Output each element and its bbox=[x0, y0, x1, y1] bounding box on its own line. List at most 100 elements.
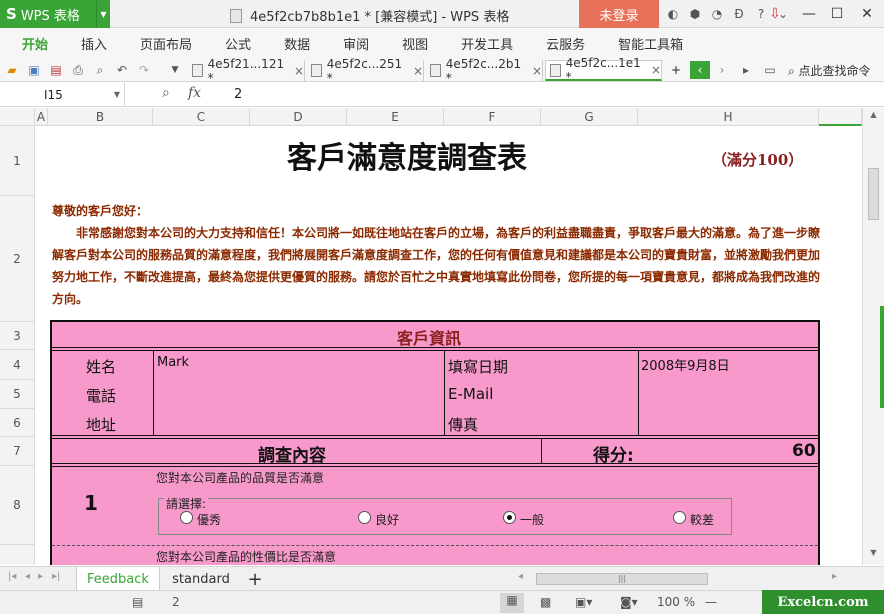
row-header-6[interactable]: 6 bbox=[0, 409, 35, 437]
radio-label-average: 一般 bbox=[520, 513, 545, 527]
share-icon[interactable]: ◔ bbox=[708, 5, 726, 23]
menu-page-layout[interactable]: 页面布局 bbox=[140, 34, 192, 53]
find-command[interactable]: ⌕ 点此查找命令 bbox=[788, 62, 871, 79]
close-tab-icon[interactable]: × bbox=[413, 64, 423, 78]
doc-tab-1[interactable]: 4e5f21...121 * × bbox=[188, 57, 305, 85]
row-header-8[interactable]: 8 bbox=[0, 466, 35, 545]
col-header-i[interactable] bbox=[819, 108, 862, 126]
horizontal-scrollbar[interactable]: ◂ ||| ▸ bbox=[512, 571, 847, 587]
chevron-down-icon[interactable]: ▼ bbox=[114, 83, 120, 107]
date-value[interactable]: 2008年9月8日 bbox=[641, 355, 730, 374]
menu-view[interactable]: 视图 bbox=[402, 34, 428, 53]
table-border bbox=[818, 320, 820, 565]
menu-data[interactable]: 数据 bbox=[284, 34, 310, 53]
radio-poor[interactable] bbox=[673, 511, 686, 524]
customize-dropdown-icon[interactable]: ▼ bbox=[166, 61, 184, 79]
col-header-e[interactable]: E bbox=[347, 108, 444, 126]
menu-home[interactable]: 开始 bbox=[22, 34, 48, 53]
sheet-tab-feedback[interactable]: Feedback bbox=[76, 567, 160, 591]
zoom-lookup-icon[interactable]: ⌕ bbox=[162, 85, 170, 101]
scroll-up-icon[interactable]: ▲ bbox=[863, 110, 884, 126]
name-value[interactable]: Mark bbox=[157, 355, 189, 370]
col-header-c[interactable]: C bbox=[153, 108, 250, 126]
print-preview-icon[interactable]: ⌕ bbox=[91, 61, 109, 79]
doc-tab-4[interactable]: 4e5f2c...1e1 * × bbox=[545, 56, 662, 84]
first-sheet-icon[interactable]: |◂ bbox=[8, 571, 16, 582]
row-header-1[interactable]: 1 bbox=[0, 126, 35, 196]
redo-icon[interactable]: ↷ bbox=[135, 61, 153, 79]
feedback-icon[interactable]: Ɖ bbox=[730, 5, 748, 23]
new-tab-icon[interactable]: + bbox=[666, 61, 686, 79]
zoom-level[interactable]: 100 % bbox=[657, 595, 695, 609]
window-arrange-icon[interactable]: ▭ bbox=[760, 61, 780, 79]
add-sheet-icon[interactable]: + bbox=[242, 567, 268, 591]
close-button[interactable]: ✕ bbox=[854, 0, 880, 28]
radio-average[interactable] bbox=[503, 511, 516, 524]
close-tab-icon[interactable]: × bbox=[294, 64, 304, 78]
radio-excellent[interactable] bbox=[180, 511, 193, 524]
last-sheet-icon[interactable]: ▸| bbox=[52, 571, 60, 582]
scroll-left-icon[interactable]: ◂ bbox=[518, 571, 523, 582]
doc-tab-3[interactable]: 4e5f2c...2b1 * × bbox=[426, 57, 543, 85]
date-label: 填寫日期 bbox=[448, 358, 509, 376]
row-header-5[interactable]: 5 bbox=[0, 380, 35, 409]
close-tab-icon[interactable]: × bbox=[651, 63, 661, 77]
download-icon[interactable]: ⇩ bbox=[762, 0, 788, 28]
menu-cloud[interactable]: 云服务 bbox=[546, 34, 585, 53]
sheet-tab-standard[interactable]: standard bbox=[164, 567, 238, 591]
settings-icon[interactable]: ⬢ bbox=[686, 5, 704, 23]
page-layout-view-icon[interactable]: ▣▾ bbox=[575, 595, 592, 609]
menu-developer[interactable]: 开发工具 bbox=[461, 34, 513, 53]
col-header-d[interactable]: D bbox=[250, 108, 347, 126]
close-tab-icon[interactable]: × bbox=[532, 64, 542, 78]
row-header-4[interactable]: 4 bbox=[0, 350, 35, 380]
minimize-button[interactable]: — bbox=[796, 0, 822, 28]
select-all-corner[interactable] bbox=[0, 108, 35, 126]
scroll-thumb[interactable] bbox=[868, 168, 879, 220]
formula-input[interactable]: 2 bbox=[234, 87, 242, 102]
skin-icon[interactable]: ◐ bbox=[664, 5, 682, 23]
scroll-down-icon[interactable]: ▼ bbox=[863, 548, 884, 564]
tab-list-icon[interactable]: ▸ bbox=[736, 61, 756, 79]
doc-tab-2[interactable]: 4e5f2c...251 * × bbox=[307, 57, 424, 85]
app-menu-button[interactable]: S WPS 表格 ▼ bbox=[0, 0, 110, 28]
menu-insert[interactable]: 插入 bbox=[81, 34, 107, 53]
row-header-7[interactable]: 7 bbox=[0, 437, 35, 466]
score-value[interactable]: 60 bbox=[792, 441, 816, 461]
normal-view-icon[interactable]: ▦ bbox=[500, 593, 524, 613]
hscroll-thumb[interactable]: ||| bbox=[536, 573, 708, 585]
row-header-2[interactable]: 2 bbox=[0, 196, 35, 322]
menu-review[interactable]: 审阅 bbox=[343, 34, 369, 53]
next-sheet-icon[interactable]: ▸ bbox=[38, 571, 43, 582]
tab-prev-icon[interactable]: ‹ bbox=[690, 61, 710, 79]
save-icon[interactable]: ▣ bbox=[25, 61, 43, 79]
menu-formulas[interactable]: 公式 bbox=[225, 34, 251, 53]
export-pdf-icon[interactable]: ▤ bbox=[47, 61, 65, 79]
col-header-h[interactable]: H bbox=[638, 108, 819, 126]
col-header-a[interactable]: A bbox=[35, 108, 48, 126]
col-header-f[interactable]: F bbox=[444, 108, 541, 126]
zoom-out-icon[interactable]: — bbox=[705, 595, 717, 609]
radio-good[interactable] bbox=[358, 511, 371, 524]
chevron-down-icon[interactable]: ▼ bbox=[96, 0, 110, 28]
maximize-button[interactable]: ☐ bbox=[824, 0, 850, 28]
vertical-scrollbar[interactable]: ▲ ▼ bbox=[862, 108, 884, 565]
prev-sheet-icon[interactable]: ◂ bbox=[25, 571, 30, 582]
open-folder-icon[interactable]: ▰ bbox=[3, 61, 21, 79]
scroll-right-icon[interactable]: ▸ bbox=[832, 571, 837, 582]
function-icon[interactable]: fx bbox=[188, 85, 201, 101]
col-header-b[interactable]: B bbox=[48, 108, 153, 126]
login-button[interactable]: 未登录 bbox=[579, 0, 659, 28]
undo-icon[interactable]: ↶ bbox=[113, 61, 131, 79]
page-break-view-icon[interactable]: ▩ bbox=[540, 595, 551, 609]
fax-label: 傳真 bbox=[448, 416, 479, 434]
side-panel-tab[interactable] bbox=[880, 306, 884, 408]
menu-smart-tools[interactable]: 智能工具箱 bbox=[618, 34, 683, 53]
row-header-9[interactable] bbox=[0, 545, 35, 565]
name-box[interactable]: I15 ▼ bbox=[0, 83, 125, 107]
col-header-g[interactable]: G bbox=[541, 108, 638, 126]
row-header-3[interactable]: 3 bbox=[0, 322, 35, 350]
tab-next-icon[interactable]: › bbox=[712, 61, 732, 79]
reading-mode-icon[interactable]: ◙▾ bbox=[620, 595, 638, 609]
print-icon[interactable]: ⎙ bbox=[69, 61, 87, 79]
